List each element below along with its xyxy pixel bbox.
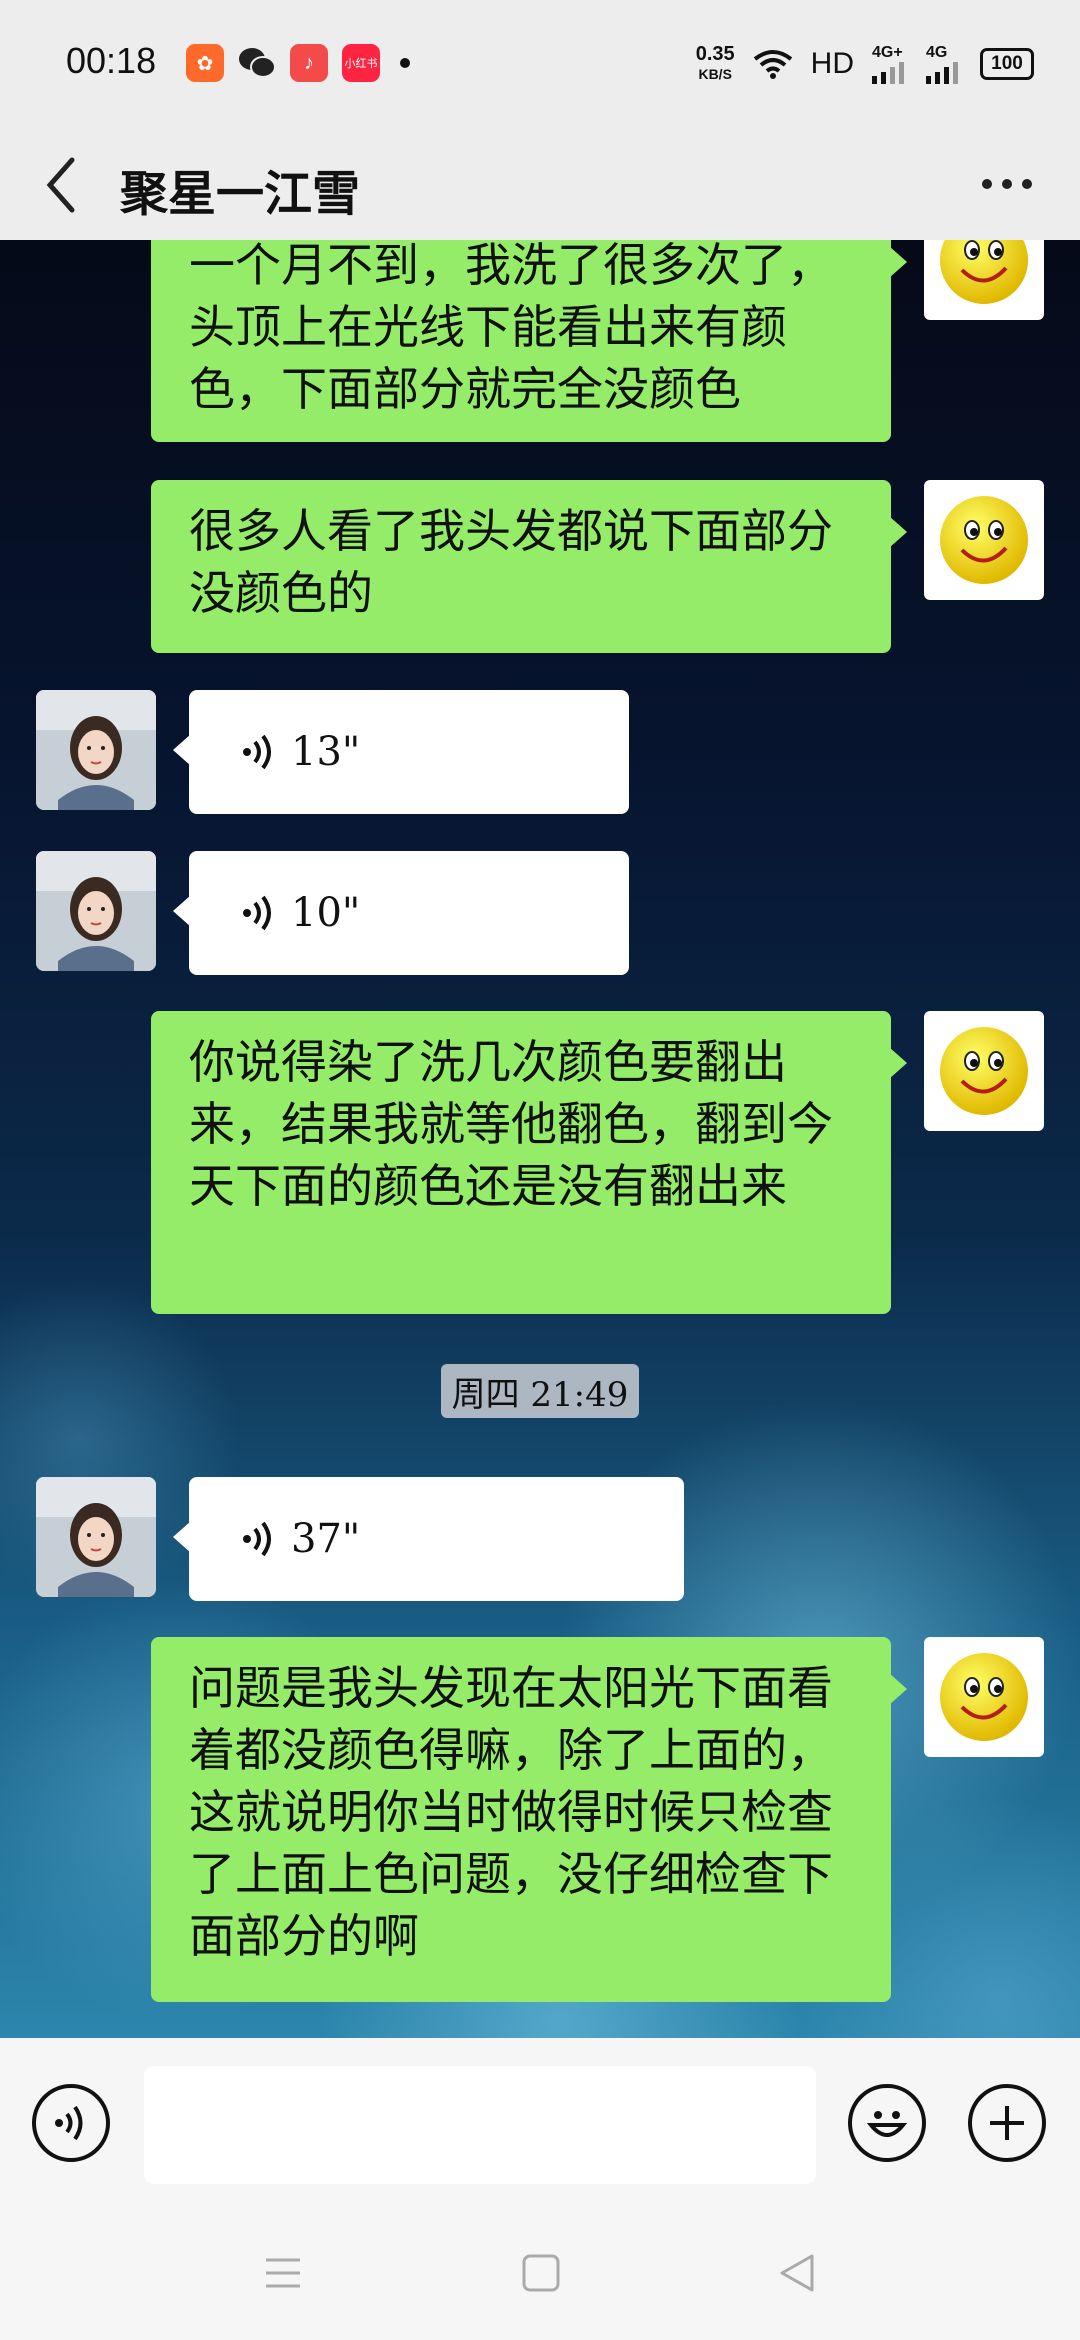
status-bar: 00:18 ✿ ♪ 小红书 0.35 KB/S HD 4G+ 4G 100 [0, 0, 1080, 130]
back-nav-button[interactable] [776, 2252, 818, 2298]
voice-message-bubble[interactable]: 10" [173, 851, 629, 975]
chat-header: 聚星一江雪 [0, 130, 1080, 240]
hd-indicator: HD [810, 47, 854, 80]
chat-input-bar [0, 2038, 1080, 2208]
more-dot-icon [982, 179, 992, 189]
status-time: 00:18 [66, 40, 157, 81]
smiley-face-icon [940, 1027, 1028, 1115]
chat-area[interactable]: 一个月不到，我洗了很多次了，头顶上在光线下能看出来有颜色，下面部分就完全没颜色 … [0, 240, 1080, 2038]
system-navigation-bar [0, 2208, 1080, 2340]
my-message-bubble[interactable]: 问题是我头发现在太阳光下面看着都没颜色得嘛，除了上面的，这就说明你当时做得时候只… [151, 1637, 907, 2002]
net-speed-unit: KB/S [698, 66, 732, 82]
chat-title: 聚星一江雪 [120, 166, 361, 222]
signal-4g-icon: 4G [926, 44, 962, 84]
contact-photo [36, 1477, 156, 1597]
home-nav-button[interactable] [520, 2252, 562, 2298]
chevron-left-icon [46, 157, 75, 213]
smiley-face-icon [940, 496, 1028, 584]
voice-duration: 10" [291, 890, 361, 936]
battery-icon: 100 [980, 48, 1034, 80]
net-speed: 0.35 KB/S [696, 44, 735, 84]
my-avatar[interactable] [924, 1011, 1044, 1131]
signal-4gplus-icon: 4G+ [872, 44, 908, 84]
voice-duration: 13" [291, 729, 361, 775]
music-icon: ♪ [290, 44, 328, 82]
voice-wave-icon [243, 734, 271, 770]
wifi-icon [753, 50, 792, 79]
emoji-button[interactable] [848, 2084, 926, 2162]
back-triangle-icon [780, 2254, 814, 2292]
voice-wave-icon [243, 895, 271, 931]
voice-duration: 37" [291, 1516, 361, 1562]
voice-input-button[interactable] [32, 2084, 110, 2162]
wechat-icon [238, 44, 276, 82]
more-dot-icon [1022, 179, 1032, 189]
contact-avatar[interactable] [36, 1477, 156, 1597]
my-avatar[interactable] [924, 480, 1044, 600]
contact-photo [36, 690, 156, 810]
voice-wave-icon [55, 2105, 83, 2141]
smiley-face-icon [940, 1653, 1028, 1741]
my-avatar[interactable] [924, 240, 1044, 320]
contact-avatar[interactable] [36, 851, 156, 971]
more-functions-button[interactable] [968, 2084, 1046, 2162]
menu-icon [266, 2258, 300, 2288]
home-square-icon [522, 2254, 560, 2292]
back-button[interactable] [38, 148, 98, 218]
status-right: 0.35 KB/S HD 4G+ 4G 100 [696, 44, 1034, 84]
contact-avatar[interactable] [36, 690, 156, 810]
message-timestamp: 周四 21:49 [441, 1364, 639, 1418]
menu-nav-button[interactable] [262, 2252, 304, 2298]
message-input[interactable] [144, 2066, 816, 2184]
kuaishou-icon: ✿ [186, 44, 224, 82]
my-message-bubble[interactable]: 你说得染了洗几次颜色要翻出来，结果我就等他翻色，翻到今天下面的颜色还是没有翻出来 [151, 1011, 907, 1314]
net-speed-value: 0.35 [695, 43, 735, 65]
more-options-button[interactable] [982, 164, 1042, 204]
emoji-icon [866, 2111, 908, 2137]
voice-message-bubble[interactable]: 13" [173, 690, 629, 814]
more-dot-icon [1002, 179, 1012, 189]
my-message-bubble[interactable]: 很多人看了我头发都说下面部分没颜色的 [151, 480, 907, 653]
xiaohongshu-icon: 小红书 [342, 44, 380, 82]
notification-icons: ✿ ♪ 小红书 [186, 44, 410, 82]
contact-photo [36, 851, 156, 971]
smiley-face-icon [940, 240, 1028, 304]
plus-icon [990, 2106, 1024, 2140]
voice-message-bubble[interactable]: 37" [173, 1477, 684, 1601]
voice-wave-icon [243, 1521, 271, 1557]
my-avatar[interactable] [924, 1637, 1044, 1757]
my-message-bubble[interactable]: 一个月不到，我洗了很多次了，头顶上在光线下能看出来有颜色，下面部分就完全没颜色 [151, 240, 907, 442]
more-notifications-dot [400, 58, 410, 68]
